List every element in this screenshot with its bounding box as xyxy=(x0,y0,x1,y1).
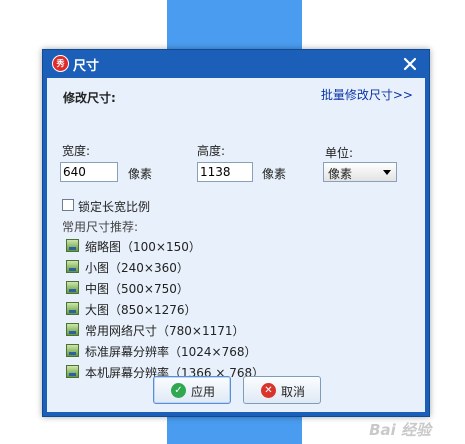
section-title: 修改尺寸: xyxy=(63,91,116,105)
apply-button[interactable]: ✓ 应用 xyxy=(153,376,231,404)
height-unit-label: 像素 xyxy=(262,167,287,181)
image-preset-icon xyxy=(66,323,79,336)
image-preset-icon xyxy=(66,344,79,357)
preset-label: 缩略图（100×150） xyxy=(85,240,201,254)
image-preset-icon xyxy=(66,281,79,294)
height-label: 高度: xyxy=(197,144,226,158)
unit-select[interactable]: 像素 xyxy=(323,162,397,182)
app-icon: 秀 xyxy=(52,55,69,72)
width-input[interactable] xyxy=(60,162,118,182)
title-bar[interactable]: 秀 尺寸 xyxy=(43,50,429,78)
preset-label: 常用网络尺寸（780×1171） xyxy=(85,324,245,338)
lock-ratio-label[interactable]: 锁定长宽比例 xyxy=(78,198,150,215)
apply-button-label: 应用 xyxy=(191,385,216,399)
lock-ratio-checkbox[interactable] xyxy=(62,199,74,211)
batch-resize-link[interactable]: 批量修改尺寸>> xyxy=(321,86,413,103)
check-circle-icon: ✓ xyxy=(171,383,186,398)
unit-select-value: 像素 xyxy=(328,167,353,181)
cancel-button-label: 取消 xyxy=(281,385,306,399)
dialog-body: 修改尺寸: 批量修改尺寸>> 宽度: 像素 高度: 像素 单位: 像素 锁定长宽… xyxy=(47,78,425,412)
width-label: 宽度: xyxy=(62,144,91,158)
image-preset-icon xyxy=(66,365,79,378)
chevron-down-icon xyxy=(383,170,391,175)
cancel-button[interactable]: ✕ 取消 xyxy=(243,376,321,404)
unit-label: 单位: xyxy=(325,146,354,160)
dialog-title: 尺寸 xyxy=(73,59,100,74)
preset-label: 大图（850×1276） xyxy=(85,303,197,317)
width-unit-label: 像素 xyxy=(128,167,153,181)
height-input[interactable] xyxy=(197,162,253,182)
size-dialog: 秀 尺寸 修改尺寸: 批量修改尺寸>> 宽度: 像素 高度: 像素 单位: 像素… xyxy=(42,49,430,417)
image-preset-icon xyxy=(66,302,79,315)
recommend-title: 常用尺寸推荐: xyxy=(62,220,139,234)
image-preset-icon xyxy=(66,260,79,273)
preset-label: 中图（500×750） xyxy=(85,282,189,296)
x-circle-icon: ✕ xyxy=(261,383,276,398)
image-preset-icon xyxy=(66,239,79,252)
close-icon[interactable] xyxy=(399,53,421,75)
preset-label: 小图（240×360） xyxy=(85,261,189,275)
preset-label: 标准屏幕分辨率（1024×768） xyxy=(85,345,257,359)
watermark: Bai 经验 xyxy=(369,421,431,439)
